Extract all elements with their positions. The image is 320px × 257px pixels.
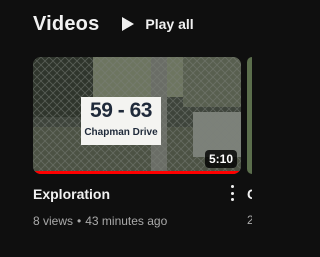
play-all-label: Play all bbox=[145, 16, 194, 32]
next-video-card[interactable]: C 2 bbox=[247, 57, 252, 257]
watch-progress-bar bbox=[33, 171, 241, 174]
video-title[interactable]: Exploration bbox=[33, 185, 110, 203]
next-video-title[interactable]: C bbox=[247, 185, 252, 203]
thumbnail-sign-street: Chapman Drive bbox=[84, 127, 158, 138]
video-card: 59 - 63 Chapman Drive 5:10 Exploration 8… bbox=[33, 57, 241, 228]
video-metadata: 8 views • 43 minutes ago bbox=[33, 213, 167, 229]
watch-progress-fill bbox=[33, 171, 241, 174]
thumbnail-sign-number: 59 - 63 bbox=[90, 99, 152, 122]
shelf-header: Videos Play all bbox=[33, 10, 194, 38]
upload-age: 43 minutes ago bbox=[85, 214, 168, 228]
view-count: 8 views bbox=[33, 214, 74, 228]
video-thumbnail[interactable]: 59 - 63 Chapman Drive 5:10 bbox=[33, 57, 241, 174]
duration-badge: 5:10 bbox=[204, 150, 237, 168]
meta-separator: • bbox=[77, 214, 82, 228]
shelf-title[interactable]: Videos bbox=[33, 13, 99, 36]
next-video-thumbnail[interactable] bbox=[247, 57, 252, 174]
play-icon bbox=[122, 17, 135, 31]
videos-shelf: Videos Play all 59 - 63 Chapman Drive 5:… bbox=[0, 0, 252, 257]
next-video-metadata: 2 bbox=[247, 213, 252, 227]
play-all-button[interactable]: Play all bbox=[121, 16, 194, 32]
more-vert-icon[interactable] bbox=[226, 183, 238, 203]
